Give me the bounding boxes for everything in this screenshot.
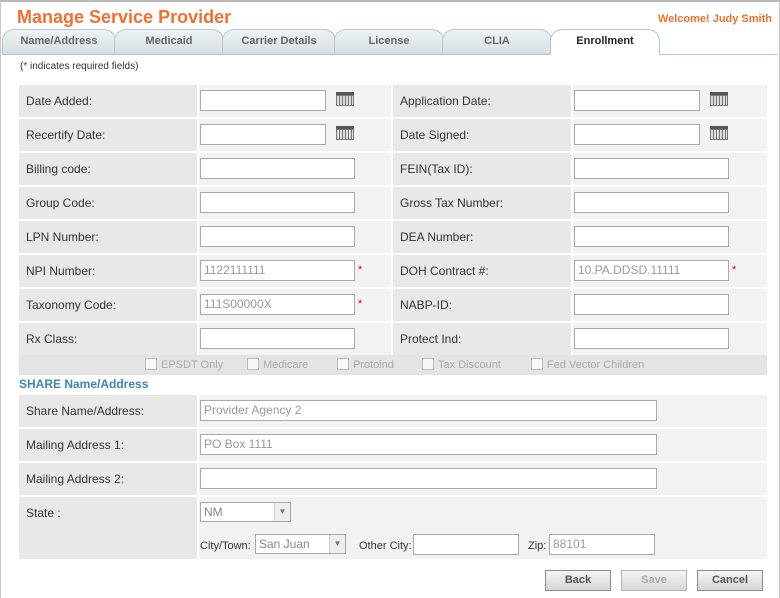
welcome-message: Welcome! Judy Smith [657,13,772,25]
checkbox-box[interactable] [422,358,434,370]
protoind-checkbox[interactable]: Protoind [337,358,394,371]
checkbox-box[interactable] [337,358,349,370]
share-section-title: SHARE Name/Address [19,377,149,391]
fed-vector-children-checkbox[interactable]: Fed Vector Children [531,358,644,371]
checkbox-box[interactable] [247,358,259,370]
chevron-down-icon[interactable]: ▼ [329,535,345,553]
group-code-input[interactable] [200,192,355,213]
doh-contract-input[interactable]: 10.PA.DDSD.11111 [574,260,729,281]
page-title: Manage Service Provider [17,7,232,27]
state-select[interactable]: NM ▼ [200,502,291,522]
cancel-button[interactable]: Cancel [697,570,763,591]
form-row: State : NM ▼ City/Town: San Juan ▼ Other C… [19,497,767,559]
taxonomy-code-input[interactable]: 111S00000X [200,294,355,315]
form-row: LPN Number: DEA Number: [19,221,767,253]
mailing-address-2-label: Mailing Address 2: [26,472,125,486]
required-fields-note: (* indicates required fields) [20,61,139,72]
billing-code-input[interactable] [200,158,355,179]
form-row: Mailing Address 1: PO Box 1111 [19,429,767,461]
lpn-number-label: LPN Number: [26,230,99,244]
form-row: Taxonomy Code: 111S00000X * NABP-ID: [19,289,767,321]
form-row: Group Code: Gross Tax Number: [19,187,767,219]
form-row: Billing code: FEIN(Tax ID): [19,153,767,185]
date-signed-label: Date Signed: [400,128,470,142]
tab-name-address[interactable]: Name/Address [2,29,116,54]
npi-number-label: NPI Number: [26,264,96,278]
state-label: State : [26,506,61,520]
other-city-input[interactable] [413,534,519,555]
billing-code-label: Billing code: [26,162,91,176]
npi-number-input[interactable]: 1122111111 [200,260,355,281]
medicare-checkbox[interactable]: Medicare [247,358,308,371]
date-added-label: Date Added: [26,94,93,108]
required-star: * [358,298,363,310]
share-name-input[interactable]: Provider Agency 2 [200,400,657,421]
save-button[interactable]: Save [621,570,687,591]
tab-divider [2,54,778,55]
tab-clia[interactable]: CLIA [442,29,552,54]
rx-class-input[interactable] [200,328,355,349]
checkbox-box[interactable] [531,358,543,370]
zip-label: Zip: [528,540,547,552]
back-button[interactable]: Back [545,570,611,591]
nabp-id-input[interactable] [574,294,729,315]
city-town-label: City/Town: [200,540,251,552]
dea-number-input[interactable] [574,226,729,247]
tab-license[interactable]: License [334,29,444,54]
lpn-number-input[interactable] [200,226,355,247]
tab-carrier-details[interactable]: Carrier Details [222,29,336,54]
tax-discount-checkbox[interactable]: Tax Discount [422,358,501,371]
zip-input[interactable]: 88101 [549,534,655,555]
application-date-input[interactable] [574,90,700,111]
other-city-label: Other City: [359,540,412,552]
protect-ind-label: Protect Ind: [400,332,462,346]
taxonomy-code-label: Taxonomy Code: [26,298,117,312]
tab-bar: Name/Address Medicaid Carrier Details Li… [2,29,778,55]
form-row: Recertify Date: Date Signed: [19,119,767,151]
calendar-icon[interactable] [336,126,354,140]
fein-label: FEIN(Tax ID): [400,162,473,176]
nabp-id-label: NABP-ID: [400,298,453,312]
city-town-select[interactable]: San Juan ▼ [255,534,346,554]
form-row: Share Name/Address: Provider Agency 2 [19,395,767,427]
date-signed-input[interactable] [574,124,700,145]
form-row: NPI Number: 1122111111 * DOH Contract #:… [19,255,767,287]
calendar-icon[interactable] [336,92,354,106]
form-row: Rx Class: Protect Ind: [19,323,767,355]
epsdt-only-checkbox[interactable]: EPSDT Only [145,358,223,371]
date-added-input[interactable] [200,90,326,111]
required-star: * [732,264,737,276]
tab-medicaid[interactable]: Medicaid [114,29,224,54]
gross-tax-number-input[interactable] [574,192,729,213]
dea-number-label: DEA Number: [400,230,474,244]
recertify-date-label: Recertify Date: [26,128,106,142]
share-name-label: Share Name/Address: [26,404,145,418]
calendar-icon[interactable] [710,126,728,140]
form-row: Mailing Address 2: [19,463,767,495]
chevron-down-icon[interactable]: ▼ [274,503,290,521]
mailing-address-2-input[interactable] [200,468,657,489]
checkbox-row: EPSDT Only Medicare Protoind Tax Discoun… [19,355,767,375]
recertify-date-input[interactable] [200,124,326,145]
form-row: Date Added: Application Date: [19,85,767,117]
calendar-icon[interactable] [710,92,728,106]
required-star: * [358,264,363,276]
protect-ind-input[interactable] [574,328,729,349]
gross-tax-number-label: Gross Tax Number: [400,196,504,210]
doh-contract-label: DOH Contract #: [400,264,489,278]
rx-class-label: Rx Class: [26,332,78,346]
application-date-label: Application Date: [400,94,491,108]
group-code-label: Group Code: [26,196,95,210]
mailing-address-1-input[interactable]: PO Box 1111 [200,434,657,455]
fein-input[interactable] [574,158,729,179]
checkbox-box[interactable] [145,358,157,370]
mailing-address-1-label: Mailing Address 1: [26,438,125,452]
tab-enrollment[interactable]: Enrollment [550,29,660,55]
